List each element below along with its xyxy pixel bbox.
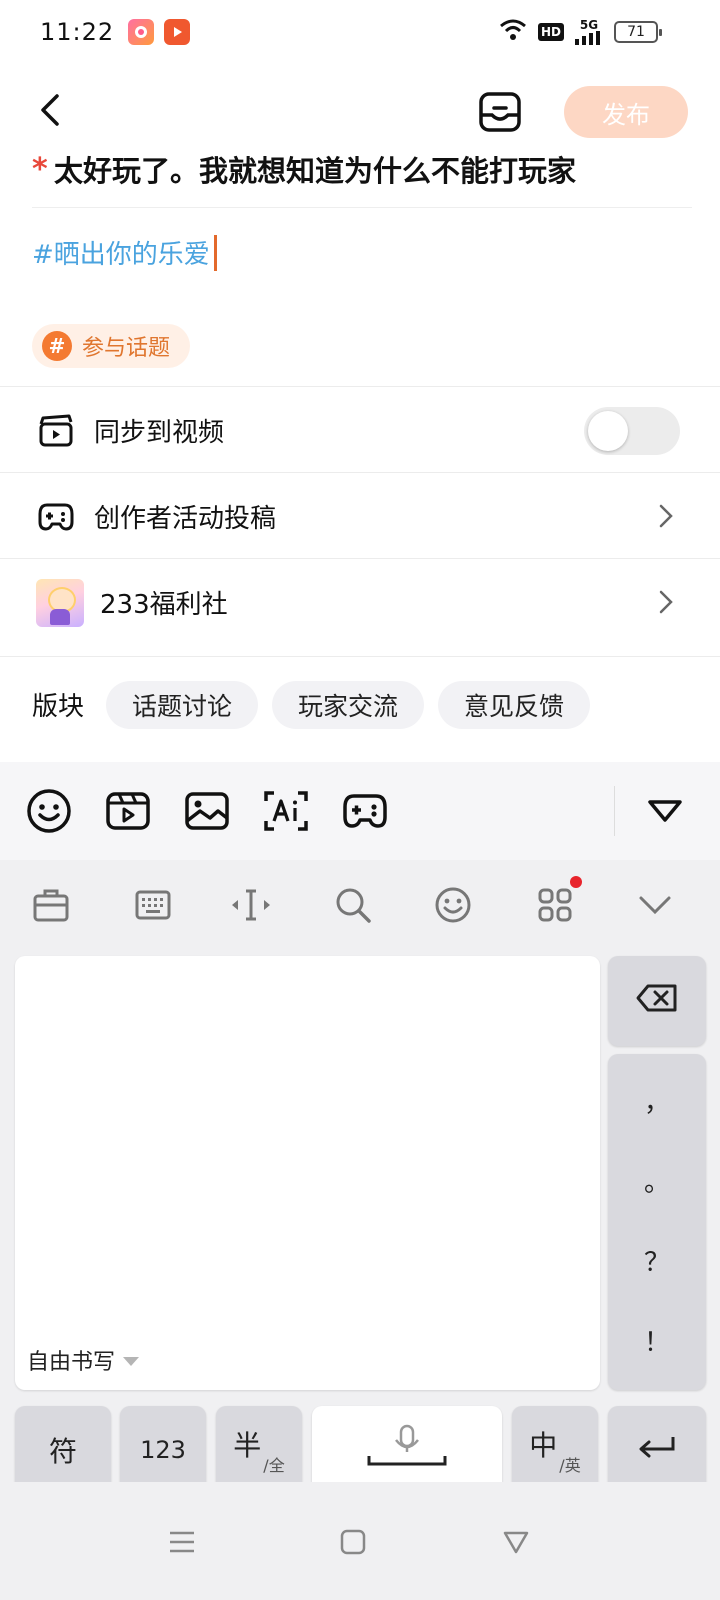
period-key[interactable]: 。 — [608, 1162, 706, 1199]
handwriting-mode-label: 自由书写 — [27, 1350, 116, 1375]
section-pill-feedback[interactable]: 意见反馈 — [438, 680, 591, 729]
chevron-right-icon — [658, 503, 674, 533]
language-key-label: 中 — [529, 1429, 558, 1462]
english-sub-label: /英 — [559, 1456, 581, 1475]
creator-activity-label: 创作者活动投稿 — [94, 504, 277, 534]
keyboard-toolbar — [0, 860, 720, 950]
numbers-key[interactable]: 123 — [120, 1406, 206, 1494]
post-title: 太好玩了。我就想知道为什么不能打玩家 — [54, 154, 577, 188]
hd-badge: HD — [537, 23, 564, 41]
sync-video-label: 同步到视频 — [94, 418, 225, 448]
editor-header: 发布 — [0, 82, 720, 142]
video-icon[interactable] — [103, 786, 153, 836]
enter-key[interactable] — [608, 1406, 706, 1494]
symbols-key[interactable]: 符 — [15, 1406, 111, 1494]
punctuation-column: ， 。 ？ ！ — [608, 1054, 706, 1390]
creator-activity-row[interactable]: 创作者活动投稿 — [0, 472, 720, 560]
join-topic-button[interactable]: # 参与话题 — [32, 324, 191, 368]
post-title-field[interactable]: * 太好玩了。我就想知道为什么不能打玩家 — [32, 150, 692, 208]
back-icon[interactable] — [30, 90, 70, 130]
keyboard-icon[interactable] — [130, 882, 176, 928]
app-notification-icon — [128, 19, 155, 45]
emoji-icon[interactable] — [24, 786, 74, 836]
halfwidth-key[interactable]: 半 /全 — [216, 1406, 302, 1494]
hashtag-icon: # — [42, 331, 72, 361]
microphone-icon — [365, 1422, 449, 1479]
clapperboard-icon — [36, 411, 76, 451]
space-key[interactable] — [312, 1406, 502, 1494]
cursor-move-icon[interactable] — [228, 882, 274, 928]
symbols-key-label: 符 — [48, 1435, 77, 1468]
status-time: 11:22 — [40, 18, 115, 46]
english-sub-text: 英 — [564, 1456, 581, 1475]
numbers-key-label: 123 — [140, 1436, 186, 1464]
handwriting-mode-selector[interactable]: 自由书写 — [27, 1344, 140, 1376]
editor-toolbar — [0, 762, 720, 860]
system-nav-bar — [0, 1482, 720, 1600]
fullwidth-sub-label: /全 — [263, 1456, 285, 1475]
text-cursor — [213, 234, 217, 271]
signal-icon: 5G — [574, 19, 604, 45]
image-icon[interactable] — [182, 786, 232, 836]
clipboard-icon[interactable] — [28, 882, 74, 928]
section-pill-player-exchange[interactable]: 玩家交流 — [272, 680, 425, 729]
home-icon[interactable] — [333, 1522, 373, 1562]
exclamation-key[interactable]: ！ — [608, 1322, 706, 1359]
gamepad-icon — [36, 497, 76, 537]
notification-dot — [570, 876, 582, 888]
apps-grid-icon[interactable] — [532, 876, 582, 928]
search-icon[interactable] — [330, 882, 376, 928]
section-label: 版块 — [32, 692, 85, 722]
game-icon[interactable] — [340, 786, 390, 836]
chevron-right-icon — [658, 589, 674, 619]
section-pill-topic-discussion[interactable]: 话题讨论 — [106, 680, 259, 729]
enter-icon — [637, 1433, 677, 1468]
hashtag-text: #晒出你的乐爱 — [32, 240, 210, 270]
dropdown-triangle-icon — [123, 1356, 140, 1366]
halfwidth-key-label: 半 — [233, 1429, 262, 1462]
menu-icon[interactable] — [162, 1522, 202, 1562]
video-app-notification-icon — [164, 19, 191, 45]
community-avatar — [36, 578, 84, 627]
collapse-triangle-icon[interactable] — [640, 786, 690, 836]
section-selector: 版块 话题讨论 玩家交流 意见反馈 — [0, 656, 720, 752]
sync-video-row: 同步到视频 — [0, 386, 720, 474]
toolbar-divider — [614, 786, 615, 836]
publish-button[interactable]: 发布 — [564, 86, 688, 138]
back-triangle-icon[interactable] — [496, 1522, 536, 1562]
post-body-field[interactable]: #晒出你的乐爱 — [32, 234, 217, 271]
sync-video-toggle[interactable] — [584, 407, 680, 455]
drafts-inbox-icon[interactable] — [476, 88, 524, 136]
comma-key[interactable]: ， — [608, 1082, 706, 1119]
backspace-key[interactable] — [608, 956, 706, 1046]
toggle-knob — [588, 411, 628, 451]
backspace-icon — [635, 983, 679, 1020]
community-label: 233福利社 — [100, 590, 228, 620]
ai-icon[interactable] — [261, 786, 311, 836]
status-bar: 11:22 HD 5G 71 — [0, 0, 720, 64]
battery-indicator: 71 — [614, 21, 662, 43]
wifi-icon — [498, 18, 528, 46]
language-switch-key[interactable]: 中 /英 — [512, 1406, 598, 1494]
fullwidth-sub-text: 全 — [268, 1456, 285, 1475]
chevron-down-icon[interactable] — [632, 882, 678, 928]
emoji-keyboard-icon[interactable] — [430, 882, 476, 928]
community-row[interactable]: 233福利社 — [0, 558, 720, 646]
question-key[interactable]: ？ — [608, 1242, 706, 1279]
handwriting-pad[interactable]: 自由书写 — [15, 956, 600, 1390]
required-marker: * — [32, 152, 48, 187]
join-topic-label: 参与话题 — [82, 336, 171, 361]
